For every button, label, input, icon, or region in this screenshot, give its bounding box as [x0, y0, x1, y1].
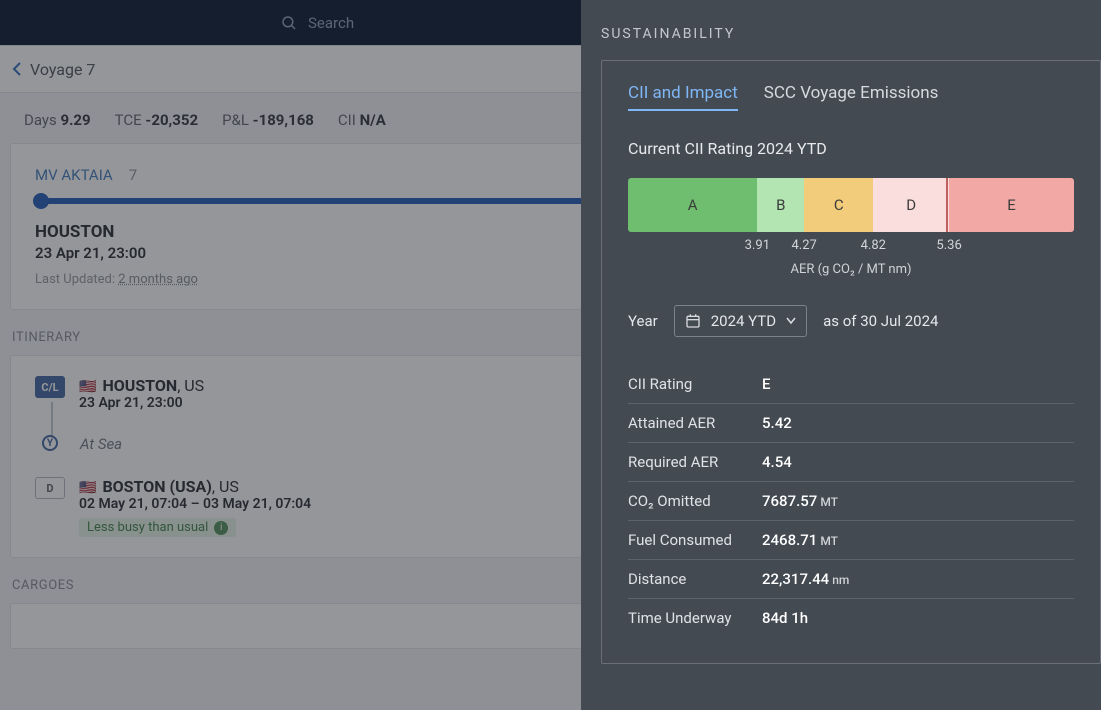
- tick-1: 3.91: [745, 238, 770, 253]
- row-attained-aer: Attained AER5.42: [628, 404, 1074, 443]
- rating-ticks: 3.91 4.27 4.82 5.36: [628, 238, 1074, 256]
- tick-3: 4.82: [861, 238, 886, 253]
- row-fuel-consumed: Fuel Consumed2468.71MT: [628, 521, 1074, 560]
- row-cii-rating: CII RatingE: [628, 365, 1074, 404]
- rating-indicator-line: [946, 178, 948, 232]
- rating-seg-d: D: [873, 178, 949, 232]
- rating-seg-b: B: [757, 178, 804, 232]
- chevron-down-icon: [786, 317, 796, 325]
- panel-body: CII and Impact SCC Voyage Emissions Curr…: [601, 60, 1101, 664]
- year-value: 2024 YTD: [711, 312, 776, 330]
- cii-rating-bar: A B C D E: [628, 178, 1074, 232]
- tick-2: 4.27: [791, 238, 816, 253]
- row-co2-omitted: CO₂ Omitted7687.57MT: [628, 482, 1074, 521]
- tab-cii-impact[interactable]: CII and Impact: [628, 83, 738, 111]
- row-distance: Distance22,317.44nm: [628, 560, 1074, 599]
- calendar-icon: [685, 313, 701, 329]
- panel-tabs: CII and Impact SCC Voyage Emissions: [628, 83, 1074, 111]
- rating-seg-e: E: [949, 178, 1074, 232]
- rating-subtitle: Current CII Rating 2024 YTD: [628, 139, 1074, 158]
- year-select[interactable]: 2024 YTD: [674, 305, 807, 337]
- row-time-underway: Time Underway84d 1h: [628, 599, 1074, 637]
- sustainability-panel: SUSTAINABILITY CII and Impact SCC Voyage…: [581, 0, 1101, 710]
- tab-scc-emissions[interactable]: SCC Voyage Emissions: [764, 83, 939, 111]
- panel-header: SUSTAINABILITY: [601, 26, 1101, 42]
- year-label: Year: [628, 312, 658, 330]
- tick-4: 5.36: [936, 238, 961, 253]
- rating-seg-a: A: [628, 178, 757, 232]
- axis-label: AER (g CO₂ / MT nm): [628, 262, 1074, 277]
- row-required-aer: Required AER4.54: [628, 443, 1074, 482]
- as-of-label: as of 30 Jul 2024: [823, 312, 938, 330]
- year-row: Year 2024 YTD as of 30 Jul 2024: [628, 305, 1074, 337]
- rating-seg-c: C: [804, 178, 873, 232]
